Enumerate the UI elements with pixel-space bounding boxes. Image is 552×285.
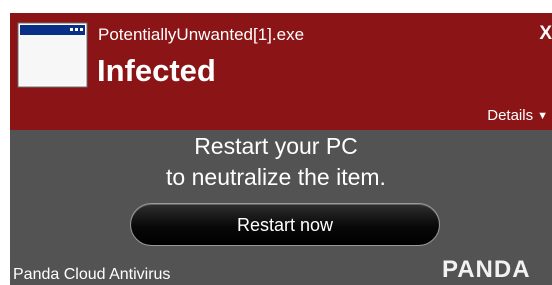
details-toggle[interactable]: Details ▼ bbox=[487, 107, 548, 125]
panda-logo: PANDA bbox=[442, 256, 531, 283]
antivirus-notification: PotentiallyUnwanted[1].exe Infected X De… bbox=[10, 13, 552, 285]
application-window-icon bbox=[17, 22, 88, 88]
details-label: Details bbox=[487, 107, 534, 124]
instruction-message: Restart your PC to neutralize the item. bbox=[10, 131, 552, 193]
message-line-1: Restart your PC bbox=[194, 133, 358, 159]
alert-header: PotentiallyUnwanted[1].exe Infected X De… bbox=[10, 13, 552, 130]
chevron-down-icon: ▼ bbox=[537, 110, 548, 122]
infected-filename: PotentiallyUnwanted[1].exe bbox=[98, 25, 305, 44]
close-icon[interactable]: X bbox=[536, 23, 552, 45]
infection-status: Infected bbox=[97, 53, 216, 88]
restart-now-button[interactable]: Restart now bbox=[130, 203, 440, 246]
message-line-2: to neutralize the item. bbox=[166, 164, 386, 190]
product-name: Panda Cloud Antivirus bbox=[13, 266, 171, 283]
